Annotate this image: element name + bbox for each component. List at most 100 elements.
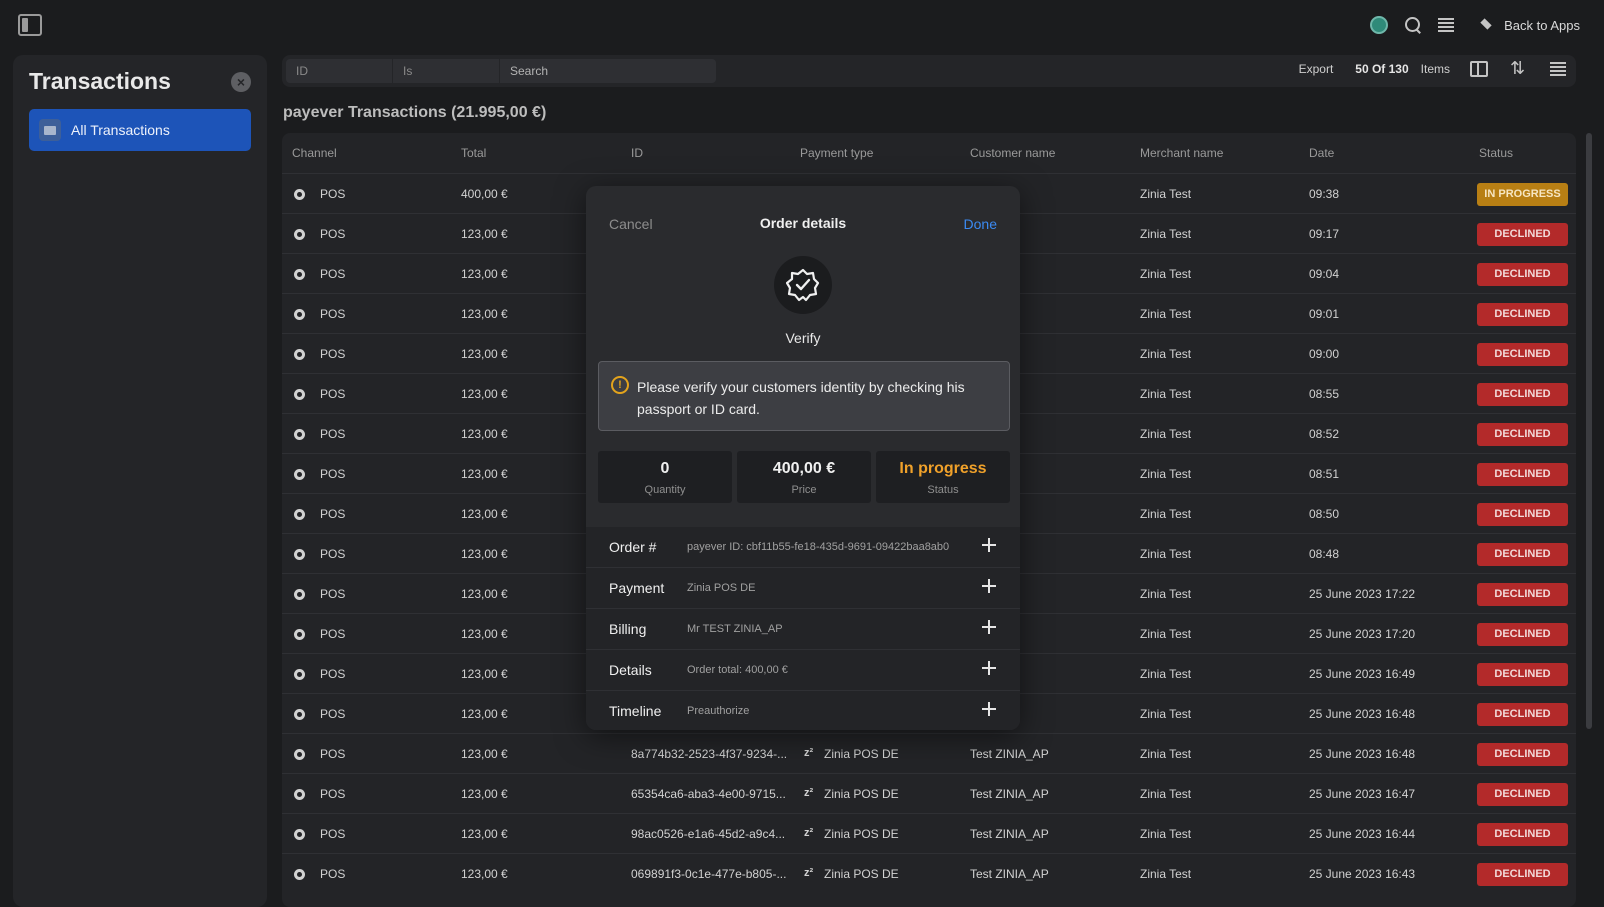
cell-date: 25 June 2023 16:44 xyxy=(1309,827,1416,841)
channel-icon xyxy=(294,829,305,840)
sidebar-item-all-transactions[interactable]: All Transactions xyxy=(29,109,251,151)
cell-id: 069891f3-0c1e-477e-b805-... xyxy=(631,867,787,881)
table-row[interactable]: POS 123,00 € 65354ca6-aba3-4e00-9715... Zin… xyxy=(282,773,1576,813)
status-badge: DECLINED xyxy=(1477,663,1568,686)
plus-icon[interactable] xyxy=(982,538,996,552)
cell-merchant: Zinia Test xyxy=(1140,587,1192,601)
cell-merchant: Zinia Test xyxy=(1140,507,1192,521)
cell-merchant: Zinia Test xyxy=(1140,387,1192,401)
detail-label: Billing xyxy=(609,621,647,637)
zinia-icon: z² xyxy=(804,867,814,879)
status-badge: DECLINED xyxy=(1477,863,1568,886)
cell-total: 123,00 € xyxy=(461,747,508,761)
condition-filter-field[interactable]: Is xyxy=(393,59,499,83)
cell-total: 123,00 € xyxy=(461,707,508,721)
column-header[interactable]: Channel xyxy=(292,146,337,160)
column-header[interactable]: ID xyxy=(631,146,643,160)
column-header[interactable]: Merchant name xyxy=(1140,146,1223,160)
detail-label: Payment xyxy=(609,580,665,596)
id-filter-field[interactable]: ID xyxy=(286,59,392,83)
cell-total: 123,00 € xyxy=(461,307,508,321)
avatar-icon[interactable] xyxy=(1370,16,1389,34)
top-bar: Back to Apps xyxy=(0,0,1604,50)
cell-channel: POS xyxy=(320,507,346,521)
table-row[interactable]: POS 123,00 € 8a774b32-2523-4f37-9234-... Zi… xyxy=(282,733,1576,773)
channel-icon xyxy=(294,549,305,560)
cell-merchant: Zinia Test xyxy=(1140,707,1192,721)
page-title: payever Transactions (21.995,00 €) xyxy=(283,104,547,121)
cell-total: 123,00 € xyxy=(461,467,508,481)
cell-total: 123,00 € xyxy=(461,627,508,641)
stat-label: Status xyxy=(927,484,959,496)
plus-icon[interactable] xyxy=(982,579,996,593)
folder-icon xyxy=(39,119,61,141)
detail-label: Timeline xyxy=(609,703,662,719)
scrollbar[interactable] xyxy=(1586,133,1592,729)
sidebar-toggle-icon[interactable] xyxy=(18,14,42,36)
column-header[interactable]: Total xyxy=(461,146,486,160)
channel-icon xyxy=(294,509,305,520)
cell-channel: POS xyxy=(320,467,346,481)
table-row[interactable]: POS 123,00 € 069891f3-0c1e-477e-b805-... Zi… xyxy=(282,853,1576,893)
search-input[interactable]: Search xyxy=(500,59,716,83)
done-button[interactable]: Done xyxy=(964,216,997,232)
verify-badge-icon xyxy=(774,256,832,314)
verify-alert: ! Please verify your customers identity … xyxy=(598,361,1010,431)
cell-date: 25 June 2023 17:22 xyxy=(1309,587,1416,601)
cell-merchant: Zinia Test xyxy=(1140,867,1192,881)
plus-icon[interactable] xyxy=(982,620,996,634)
cell-merchant: Zinia Test xyxy=(1140,187,1192,201)
warning-icon: ! xyxy=(611,376,629,394)
back-to-apps-button[interactable]: Back to Apps xyxy=(1480,18,1580,33)
table-row[interactable]: POS 123,00 € 98ac0526-e1a6-45d2-a9c4... Zin… xyxy=(282,813,1576,853)
cell-total: 123,00 € xyxy=(461,387,508,401)
status-badge: DECLINED xyxy=(1477,223,1568,246)
detail-value: Preauthorize xyxy=(687,705,750,717)
sort-icon[interactable] xyxy=(1510,58,1528,79)
menu-icon[interactable] xyxy=(1438,18,1455,32)
status-badge: DECLINED xyxy=(1477,383,1568,406)
list-view-icon[interactable] xyxy=(1550,62,1566,76)
export-button[interactable]: Export xyxy=(1299,62,1334,76)
plus-icon[interactable] xyxy=(982,661,996,675)
status-badge: DECLINED xyxy=(1477,743,1568,766)
cell-channel: POS xyxy=(320,747,346,761)
column-header[interactable]: Date xyxy=(1309,146,1334,160)
detail-row-payment[interactable]: Payment Zinia POS DE xyxy=(586,568,1020,609)
cell-customer: Test ZINIA_AP xyxy=(970,747,1049,761)
sidebar-title: Transactions xyxy=(29,68,171,94)
status-badge: DECLINED xyxy=(1477,303,1568,326)
cell-customer: Test ZINIA_AP xyxy=(970,787,1049,801)
cell-date: 09:38 xyxy=(1309,187,1340,201)
plus-icon[interactable] xyxy=(982,702,996,716)
detail-row-order[interactable]: Order # payever ID: cbf11b55-fe18-435d-9… xyxy=(586,527,1020,568)
close-icon[interactable]: × xyxy=(231,72,251,92)
detail-row-billing[interactable]: Billing Mr TEST ZINIA_AP xyxy=(586,609,1020,650)
detail-value: Order total: 400,00 € xyxy=(687,664,788,676)
cell-date: 09:17 xyxy=(1309,227,1340,241)
cell-total: 123,00 € xyxy=(461,507,508,521)
cell-id: 98ac0526-e1a6-45d2-a9c4... xyxy=(631,827,786,841)
column-header[interactable]: Payment type xyxy=(800,146,873,160)
column-header[interactable]: Status xyxy=(1479,146,1513,160)
zinia-icon: z² xyxy=(804,747,814,759)
column-header[interactable]: Customer name xyxy=(970,146,1055,160)
cell-merchant: Zinia Test xyxy=(1140,467,1192,481)
back-to-apps-label: Back to Apps xyxy=(1504,17,1580,33)
price-stat: 400,00 € Price xyxy=(737,451,871,503)
columns-icon[interactable] xyxy=(1470,61,1488,77)
top-right-actions: Back to Apps xyxy=(1370,14,1580,36)
channel-icon xyxy=(294,749,305,760)
cell-date: 09:04 xyxy=(1309,267,1340,281)
cell-id: 65354ca6-aba3-4e00-9715... xyxy=(631,787,786,801)
detail-row-timeline[interactable]: Timeline Preauthorize xyxy=(586,691,1020,730)
channel-icon xyxy=(294,789,305,800)
search-icon[interactable] xyxy=(1404,16,1422,34)
cell-date: 08:55 xyxy=(1309,387,1340,401)
channel-icon xyxy=(294,589,305,600)
status-badge: DECLINED xyxy=(1477,423,1568,446)
cell-payment: Zinia POS DE xyxy=(824,747,899,761)
cell-channel: POS xyxy=(320,347,346,361)
detail-row-details[interactable]: Details Order total: 400,00 € xyxy=(586,650,1020,691)
status-badge: DECLINED xyxy=(1477,583,1568,606)
